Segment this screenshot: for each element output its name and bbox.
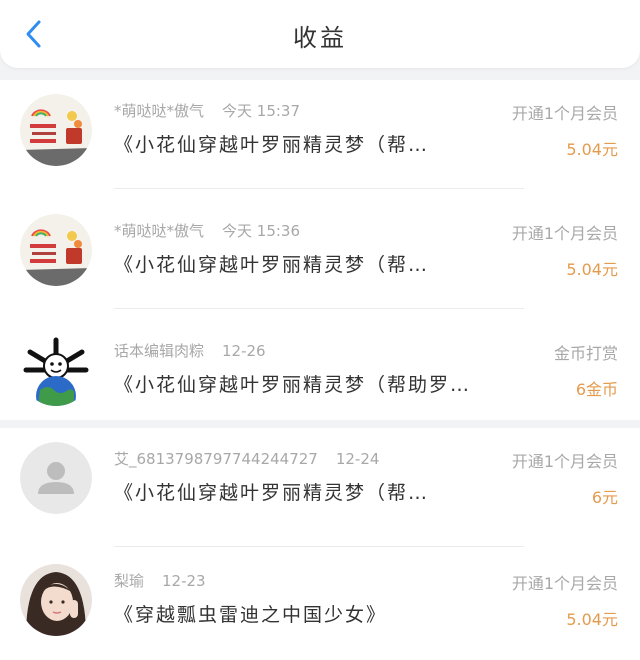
earning-record[interactable]: 梨瑜 12-23 《穿越瓢虫雷迪之中国少女》 开通1个月会员 5.04元 — [0, 550, 640, 660]
earning-record[interactable]: *萌哒哒*傲气 今天 15:36 《小花仙穿越叶罗丽精灵梦（帮… 开通1个月会员 … — [0, 200, 640, 320]
record-meta: 话本编辑肉粽 12-26 — [114, 340, 266, 361]
record-meta: 艾_6813798797744244727 12-24 — [114, 448, 379, 469]
user-name[interactable]: *萌哒哒*傲气 — [114, 222, 204, 240]
earning-record[interactable]: 话本编辑肉粽 12-26 《小花仙穿越叶罗丽精灵梦（帮助罗… 金币打赏 6金币 — [0, 320, 640, 440]
divider — [114, 546, 524, 547]
user-name[interactable]: 话本编辑肉粽 — [114, 342, 204, 360]
user-name[interactable]: 梨瑜 — [114, 572, 144, 590]
earning-record[interactable]: 艾_6813798797744244727 12-24 《小花仙穿越叶罗丽精灵梦（… — [0, 428, 640, 548]
sticker-avatar-icon[interactable] — [20, 214, 92, 286]
earning-amount: 6元 — [591, 488, 618, 507]
earning-record[interactable]: *萌哒哒*傲气 今天 15:37 《小花仙穿越叶罗丽精灵梦（帮… 开通1个月会员 … — [0, 80, 640, 200]
user-name[interactable]: *萌哒哒*傲气 — [114, 102, 204, 120]
record-time: 12-24 — [335, 450, 380, 468]
earning-type: 开通1个月会员 — [511, 104, 618, 123]
page-title: 收益 — [293, 24, 347, 52]
work-title[interactable]: 《穿越瓢虫雷迪之中国少女》 — [114, 600, 514, 627]
sticker-avatar-icon[interactable] — [20, 94, 92, 166]
earning-amount: 5.04元 — [566, 140, 618, 159]
user-name[interactable]: 艾_6813798797744244727 — [114, 450, 318, 468]
top-bar: 收益 — [0, 0, 640, 68]
earnings-page: 收益 *萌哒哒*傲气 今天 15:37 《小花仙穿越叶罗丽精灵梦（帮… 开通1个… — [0, 0, 640, 660]
divider — [114, 308, 524, 309]
work-title[interactable]: 《小花仙穿越叶罗丽精灵梦（帮… — [114, 130, 514, 157]
earning-amount: 5.04元 — [566, 610, 618, 629]
record-meta: *萌哒哒*傲气 今天 15:37 — [114, 100, 300, 121]
records-card: 艾_6813798797744244727 12-24 《小花仙穿越叶罗丽精灵梦（… — [0, 428, 640, 660]
earning-amount: 6金币 — [575, 380, 618, 399]
earning-type: 开通1个月会员 — [511, 224, 618, 243]
earning-amount: 5.04元 — [566, 260, 618, 279]
records-card: *萌哒哒*傲气 今天 15:37 《小花仙穿越叶罗丽精灵梦（帮… 开通1个月会员 … — [0, 80, 640, 420]
earning-type: 金币打赏 — [553, 344, 618, 363]
work-title[interactable]: 《小花仙穿越叶罗丽精灵梦（帮… — [114, 478, 514, 505]
record-meta: *萌哒哒*傲气 今天 15:36 — [114, 220, 300, 241]
record-time: 12-23 — [162, 572, 206, 590]
default-user-icon[interactable] — [20, 442, 92, 514]
work-title[interactable]: 《小花仙穿越叶罗丽精灵梦（帮… — [114, 250, 514, 277]
earning-type: 开通1个月会员 — [511, 574, 618, 593]
record-time: 今天 15:37 — [222, 102, 301, 120]
globe-avatar-icon[interactable] — [20, 334, 92, 406]
photo-avatar-icon[interactable] — [20, 564, 92, 636]
record-meta: 梨瑜 12-23 — [114, 570, 206, 591]
record-time: 今天 15:36 — [222, 222, 301, 240]
work-title[interactable]: 《小花仙穿越叶罗丽精灵梦（帮助罗… — [114, 370, 514, 397]
divider — [114, 188, 524, 189]
record-time: 12-26 — [222, 342, 266, 360]
earning-type: 开通1个月会员 — [511, 452, 618, 471]
